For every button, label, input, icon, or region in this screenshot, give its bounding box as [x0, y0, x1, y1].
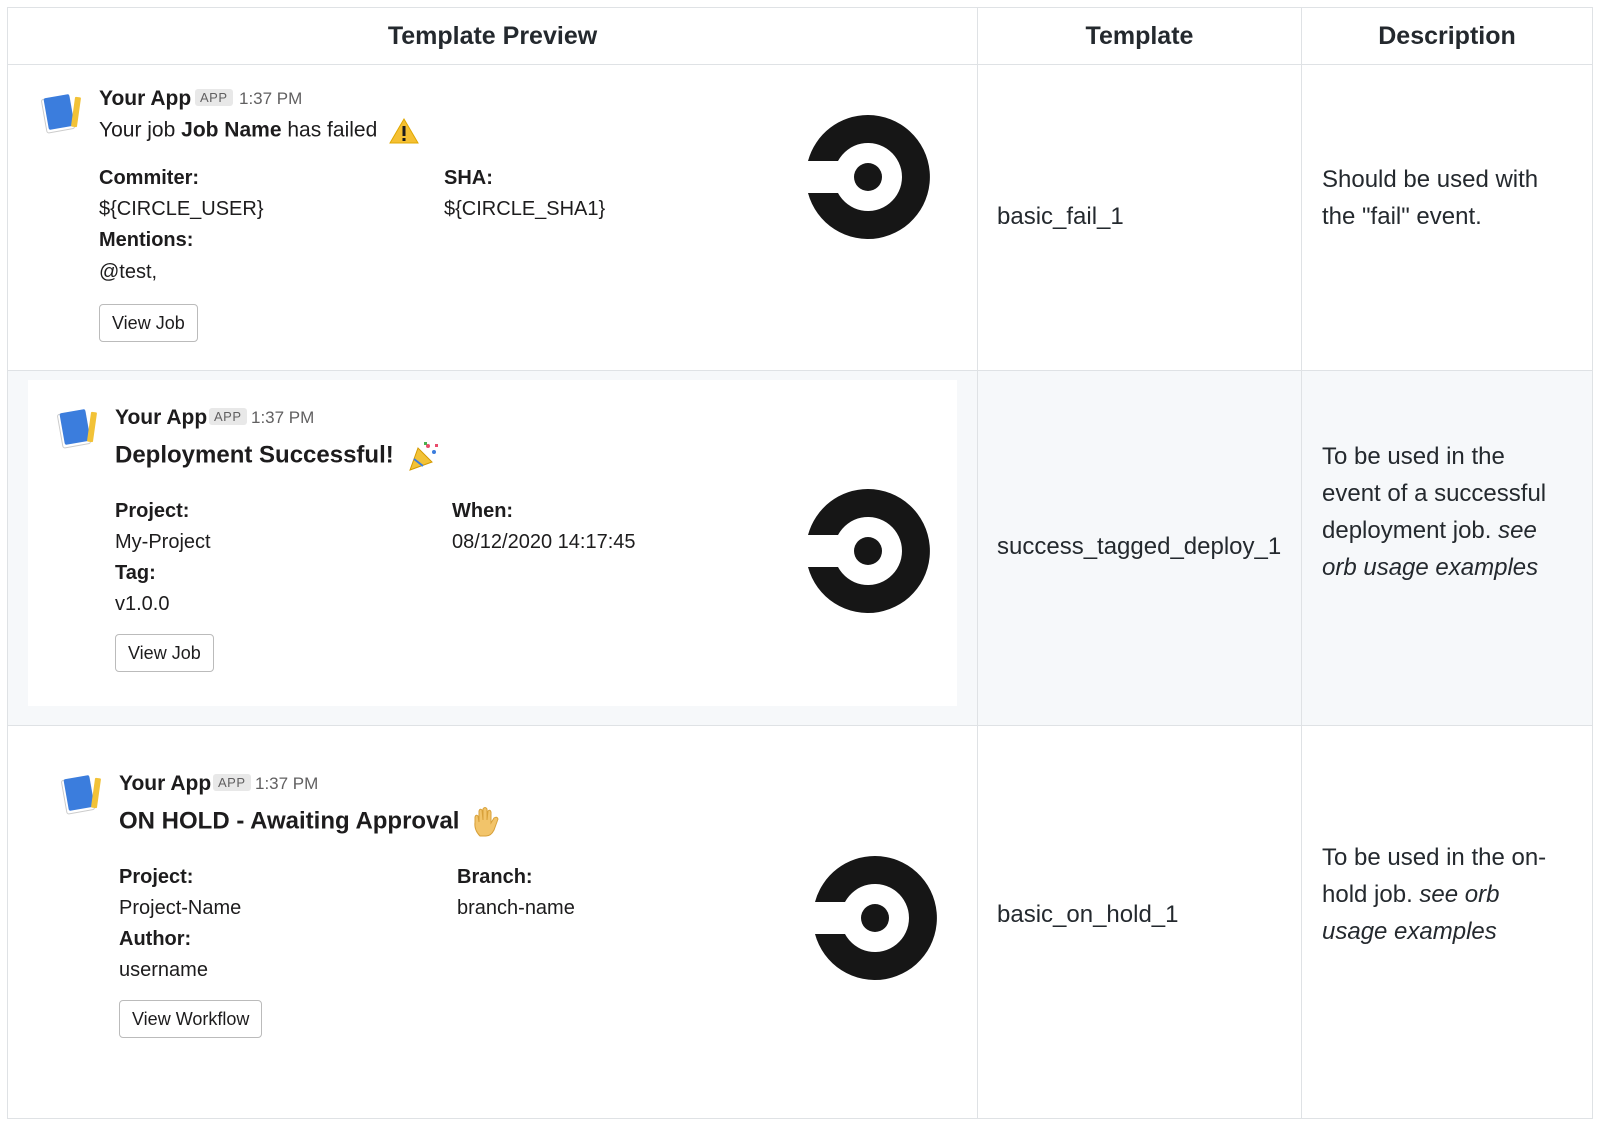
view-job-button[interactable]: View Job: [99, 304, 198, 342]
template-name: basic_fail_1: [997, 203, 1124, 230]
field-label-tag: Tag:: [115, 562, 156, 584]
field-value-tag: v1.0.0: [115, 593, 170, 615]
field-label-branch: Branch:: [457, 866, 533, 888]
app-name: Your App: [99, 87, 192, 110]
template-description: To be used in the event of a successful …: [1322, 438, 1552, 586]
message-time: 1:37 PM: [251, 408, 315, 427]
circleci-logo-icon: [808, 115, 930, 239]
header-template: Template: [1085, 22, 1194, 50]
view-job-button[interactable]: View Job: [115, 634, 214, 672]
field-label-project: Project:: [115, 500, 190, 522]
heading-text: ON HOLD - Awaiting Approval: [119, 807, 460, 835]
field-label-sha: SHA:: [444, 167, 493, 189]
message-time: 1:37 PM: [255, 774, 319, 793]
field-label-commiter: Commiter:: [99, 167, 200, 189]
message-heading: Deployment Successful!: [115, 440, 440, 472]
warning-icon: [389, 118, 419, 144]
description-text: Should be used with the "fail" event.: [1322, 166, 1539, 230]
app-avatar-icon: [61, 775, 101, 815]
field-value-project: My-Project: [115, 531, 211, 553]
template-name: success_tagged_deploy_1: [997, 533, 1282, 560]
table-row: Your App APP 1:37 PM Your job Job Name h…: [8, 65, 1592, 371]
table-row: Your App APP 1:37 PM Deployment Successf…: [8, 371, 1592, 726]
circleci-logo-icon: [808, 489, 930, 613]
field-value-mentions: @test,: [99, 261, 158, 283]
message-prefix: Your job: [99, 118, 176, 142]
field-value-commiter: ${CIRCLE_USER}: [99, 198, 264, 220]
slack-message-preview: Your App APP 1:37 PM Deployment Successf…: [28, 380, 957, 706]
slack-message-preview: Your App APP 1:37 PM Your job Job Name h…: [8, 65, 977, 370]
app-name: Your App: [115, 406, 208, 429]
column-divider: [977, 8, 978, 1118]
template-name: basic_on_hold_1: [997, 901, 1179, 928]
field-value-sha: ${CIRCLE_SHA1}: [444, 198, 606, 220]
header-template-preview: Template Preview: [387, 22, 598, 50]
field-value-project: Project-Name: [119, 897, 242, 919]
app-badge: APP: [209, 408, 247, 425]
field-label-project: Project:: [119, 866, 194, 888]
message-text: Your job Job Name has failed: [99, 117, 419, 145]
app-avatar-icon: [57, 409, 97, 449]
app-badge: APP: [213, 774, 251, 791]
app-avatar-icon: [41, 94, 81, 134]
circleci-logo-icon: [815, 856, 937, 980]
templates-table: Template Preview Template Description Yo…: [7, 7, 1593, 1119]
table-header: Template Preview Template Description: [8, 8, 1592, 65]
message-time: 1:37 PM: [239, 89, 303, 108]
table-row: Your App APP 1:37 PM ON HOLD - Awaiting …: [8, 726, 1592, 1119]
template-description: To be used in the on-hold job. see orb u…: [1322, 839, 1552, 950]
party-popper-icon: [409, 442, 439, 471]
field-value-branch: branch-name: [457, 897, 575, 919]
field-label-when: When:: [452, 500, 514, 522]
message-job-name: Job Name: [181, 118, 282, 142]
raised-hand-icon: [474, 807, 499, 837]
message-suffix: has failed: [287, 118, 378, 142]
app-name: Your App: [119, 772, 212, 795]
message-heading: ON HOLD - Awaiting Approval: [119, 806, 502, 838]
field-label-mentions: Mentions:: [99, 229, 194, 251]
field-value-when: 08/12/2020 14:17:45: [452, 531, 636, 553]
field-label-author: Author:: [119, 928, 192, 950]
slack-message-preview: Your App APP 1:37 PM ON HOLD - Awaiting …: [8, 726, 977, 1119]
heading-text: Deployment Successful!: [115, 441, 394, 469]
app-badge: APP: [195, 89, 233, 106]
template-description: Should be used with the "fail" event.: [1322, 161, 1552, 235]
view-workflow-button[interactable]: View Workflow: [119, 1000, 263, 1038]
header-description: Description: [1378, 22, 1516, 50]
column-divider: [1301, 8, 1302, 1118]
field-value-author: username: [119, 959, 208, 981]
